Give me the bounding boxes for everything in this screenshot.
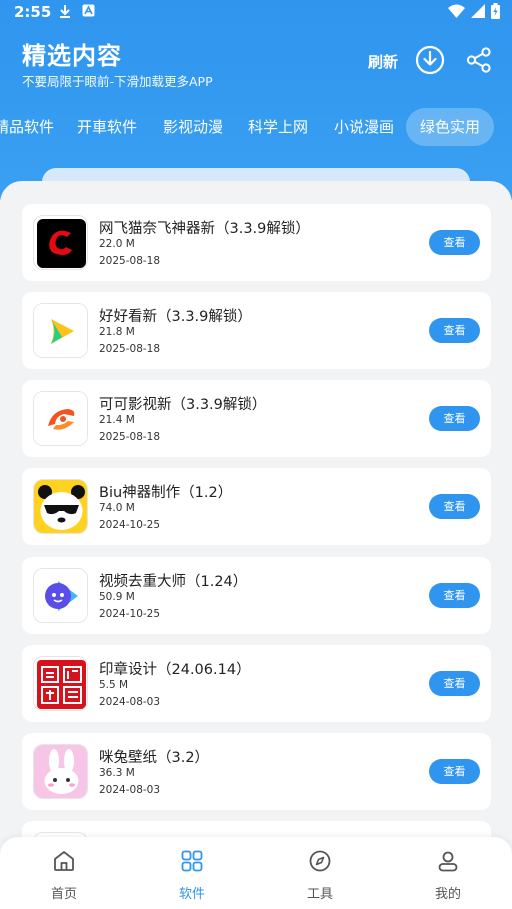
status-time: 2:55 — [14, 3, 52, 21]
battery-icon — [491, 3, 500, 19]
download-circle-icon[interactable] — [415, 45, 445, 75]
tab-yingshi[interactable]: 影视动漫 — [163, 108, 223, 146]
app-card[interactable]: 印章设计（24.06.14） 5.5 M 2024-08-03 查看 — [22, 645, 491, 722]
view-button[interactable]: 查看 — [429, 671, 480, 696]
nav-label: 软件 — [178, 887, 205, 902]
profile-icon — [438, 851, 458, 872]
app-name: 咪兔壁纸（3.2） — [99, 750, 210, 766]
signal-icon — [471, 4, 485, 18]
app-name: 可可影视新（3.3.9解锁） — [99, 397, 267, 413]
tab-jingpin[interactable]: 精品软件 — [0, 108, 54, 146]
tab-xiaoshuo[interactable]: 小说漫画 — [334, 108, 394, 146]
page-subtitle: 不要局限于眼前-下滑加载更多APP — [22, 74, 213, 89]
keke-video-icon — [33, 391, 88, 446]
app-date: 2024-08-03 — [99, 784, 161, 796]
app-card[interactable]: 好好看新（3.3.9解锁） 21.8 M 2025-08-18 查看 — [22, 292, 491, 369]
app-card[interactable]: 视频去重大师（1.24） 50.9 M 2024-10-25 查看 — [22, 557, 491, 634]
download-icon — [60, 5, 70, 18]
haohaokan-icon — [33, 303, 88, 358]
seal-stamp-icon — [33, 656, 88, 711]
app-name: 好好看新（3.3.9解锁） — [99, 309, 252, 325]
nav-label: 工具 — [306, 887, 333, 902]
app-date: 2024-10-25 — [99, 608, 161, 620]
app-name: 视频去重大师（1.24） — [99, 574, 248, 590]
app-card[interactable]: 网飞猫奈飞神器新（3.3.9解锁） 22.0 M 2025-08-18 查看 — [22, 204, 491, 281]
nav-label: 我的 — [434, 887, 461, 902]
app-size: 22.0 M — [99, 238, 135, 250]
nav-apps[interactable]: 软件 — [128, 837, 256, 909]
apps-grid-icon — [181, 850, 203, 872]
app-size: 21.4 M — [99, 414, 135, 426]
app-date: 2025-08-18 — [99, 343, 161, 355]
nav-label: 首页 — [50, 887, 77, 902]
wifi-icon — [448, 4, 465, 18]
nav-tools[interactable]: 工具 — [256, 837, 384, 909]
app-date: 2024-10-25 — [99, 519, 161, 531]
view-button[interactable]: 查看 — [429, 230, 480, 255]
share-icon[interactable] — [466, 47, 492, 73]
app-size: 36.3 M — [99, 767, 135, 779]
notification-icon — [82, 4, 95, 17]
netflix-cat-icon — [33, 215, 88, 270]
app-card[interactable]: 咪兔壁纸（3.2） 36.3 M 2024-08-03 查看 — [22, 733, 491, 810]
status-right-icons — [448, 3, 500, 19]
view-button[interactable]: 查看 — [429, 494, 480, 519]
app-size: 5.5 M — [99, 679, 129, 691]
page-title: 精选内容 — [22, 42, 122, 70]
category-tabs: 精品软件 开車软件 影视动漫 科学上网 小说漫画 绿色实用 — [0, 108, 512, 148]
tab-lvse[interactable]: 绿色实用 — [406, 108, 495, 146]
nav-home[interactable]: 首页 — [0, 837, 128, 909]
bottom-navigation: 首页 软件 工具 我的 — [0, 837, 512, 909]
status-bar: 2:55 — [0, 0, 512, 24]
refresh-button[interactable]: 刷新 — [368, 51, 398, 72]
app-date: 2025-08-18 — [99, 431, 161, 443]
app-size: 21.8 M — [99, 326, 135, 338]
app-date: 2024-08-03 — [99, 696, 161, 708]
app-name: 网飞猫奈飞神器新（3.3.9解锁） — [99, 221, 310, 237]
app-name: 印章设计（24.06.14） — [99, 662, 251, 678]
bunny-wallpaper-icon — [33, 744, 88, 799]
nav-profile[interactable]: 我的 — [384, 837, 512, 909]
app-card[interactable]: Biu神器制作（1.2） 74.0 M 2024-10-25 查看 — [22, 468, 491, 545]
view-button[interactable]: 查看 — [429, 759, 480, 784]
app-date: 2025-08-18 — [99, 255, 161, 267]
app-size: 50.9 M — [99, 591, 135, 603]
app-card[interactable]: 可可影视新（3.3.9解锁） 21.4 M 2025-08-18 查看 — [22, 380, 491, 457]
view-button[interactable]: 查看 — [429, 318, 480, 343]
tab-kexue[interactable]: 科学上网 — [248, 108, 308, 146]
tab-kaiche[interactable]: 开車软件 — [77, 108, 137, 146]
status-left-icons — [58, 4, 95, 19]
view-button[interactable]: 查看 — [429, 406, 480, 431]
app-size: 74.0 M — [99, 502, 135, 514]
panda-sunglasses-icon — [33, 479, 88, 534]
home-icon — [54, 851, 74, 871]
app-name: Biu神器制作（1.2） — [99, 485, 233, 501]
view-button[interactable]: 查看 — [429, 583, 480, 608]
compass-icon — [309, 850, 331, 872]
video-dedupe-icon — [33, 568, 88, 623]
